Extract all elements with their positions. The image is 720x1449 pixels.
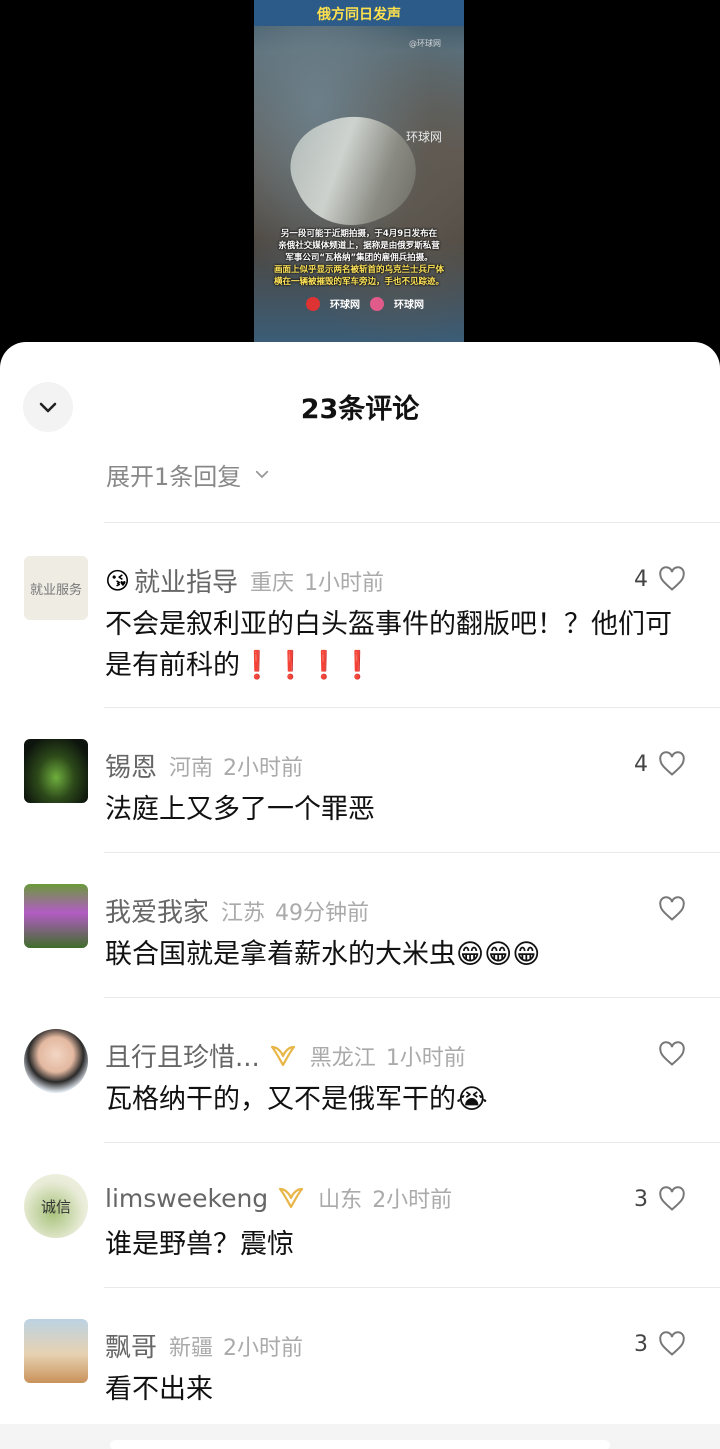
divider (104, 852, 720, 853)
like-count: 4 (634, 751, 648, 777)
logo-text: 环球网 (330, 300, 360, 311)
divider (104, 522, 720, 523)
video-scene-figure (276, 94, 432, 246)
timestamp: 49分钟前 (275, 900, 370, 926)
timestamp: 2小时前 (223, 1335, 304, 1361)
timestamp: 1小时前 (385, 1045, 466, 1071)
logo-icon (370, 296, 384, 311)
comment-text[interactable]: 不会是叙利亚的白头盔事件的翻版吧！？他们可是有前科的❗❗❗❗ (105, 604, 695, 686)
comment-meta: limsweekeng 山东 2小时前 (105, 1182, 452, 1214)
avatar[interactable]: 就业服务 (24, 556, 88, 620)
comment-text[interactable]: 法庭上又多了一个罪恶 (105, 789, 695, 830)
location: 重庆 (250, 570, 295, 596)
comment-text[interactable]: 谁是野兽？震惊 (105, 1224, 695, 1265)
expand-replies-label: 展开1条回复 (106, 462, 242, 489)
like-count: 4 (634, 566, 648, 592)
timestamp: 1小时前 (304, 570, 385, 596)
video-caption: 另一段可能于近期拍摄，于4月9日发布在 亲俄社交媒体频道上，据称是由俄罗斯私营 … (258, 228, 460, 288)
comment-text[interactable]: 瓦格纳干的，又不是俄军干的😭 (105, 1079, 695, 1120)
comment-text[interactable]: 看不出来 (105, 1369, 695, 1410)
location: 山东 (318, 1188, 363, 1213)
heart-icon (659, 566, 685, 591)
timestamp: 2小时前 (372, 1188, 453, 1213)
video-frame[interactable]: 俄方同日发声 @环球网 环球网 另一段可能于近期拍摄，于4月9日发布在 亲俄社交… (254, 0, 464, 342)
comment-meta: 飘哥 新疆 2小时前 (105, 1327, 303, 1364)
timestamp: 2小时前 (223, 755, 304, 781)
like-button[interactable] (648, 1041, 686, 1067)
logo-text: 环球网 (394, 300, 424, 311)
video-watermark: @环球网 (409, 39, 441, 48)
comment-meta: 我爱我家 江苏 49分钟前 (105, 892, 369, 929)
like-button[interactable]: 4 (634, 751, 686, 777)
location: 黑龙江 (309, 1045, 376, 1071)
username[interactable]: 锡恩 (105, 747, 157, 784)
video-logos: 环球网 环球网 (306, 296, 424, 311)
caption-highlight-line: 画面上似乎显示两名被斩首的乌克兰士兵尸体 (273, 265, 444, 275)
location: 河南 (169, 755, 214, 781)
username[interactable]: 就业指导 (134, 562, 238, 599)
video-title: 俄方同日发声 (317, 7, 401, 23)
divider (104, 1142, 720, 1143)
vip-badge-icon (276, 1186, 306, 1210)
comment-input-field[interactable] (110, 1440, 610, 1449)
expand-replies-button[interactable]: 展开1条回复 (106, 456, 271, 488)
comment-input-bar[interactable] (0, 1424, 720, 1449)
avatar-text: 就业服务 (29, 582, 82, 598)
location: 江苏 (221, 900, 266, 926)
username[interactable]: 我爱我家 (105, 892, 209, 929)
username-emoji: 😘 (105, 566, 131, 595)
like-button[interactable]: 3 (634, 1331, 686, 1357)
username[interactable]: 且行且珍惜... (105, 1037, 260, 1074)
caption-highlight-line: 横在一辆被摧毁的军车旁边，手也不见踪迹。 (273, 277, 444, 287)
divider (104, 997, 720, 998)
divider (104, 707, 720, 708)
like-button[interactable] (648, 896, 686, 922)
video-player[interactable]: 俄方同日发声 @环球网 环球网 另一段可能于近期拍摄，于4月9日发布在 亲俄社交… (0, 0, 720, 360)
heart-icon (659, 896, 685, 921)
heart-icon (659, 751, 685, 776)
username[interactable]: 飘哥 (105, 1327, 157, 1364)
heart-icon (659, 1186, 685, 1211)
heart-icon (659, 1331, 685, 1356)
avatar[interactable] (24, 739, 88, 803)
location: 新疆 (169, 1335, 214, 1361)
caption-line: 另一段可能于近期拍摄，于4月9日发布在 (280, 229, 438, 239)
avatar[interactable] (24, 884, 88, 948)
caption-line: 军事公司“瓦格纳”集团的雇佣兵拍摄。 (285, 253, 433, 263)
like-button[interactable]: 3 (634, 1186, 686, 1212)
username[interactable]: limsweekeng (105, 1184, 268, 1213)
comment-count-title: 23条评论 (300, 394, 420, 425)
avatar-text: 诚信 (40, 1197, 71, 1216)
like-button[interactable]: 4 (634, 566, 686, 592)
video-watermark-logo: 环球网 (406, 130, 443, 144)
comment-meta: 且行且珍惜... 黑龙江 1小时前 (105, 1037, 466, 1074)
avatar[interactable] (24, 1319, 88, 1383)
vip-badge-icon (268, 1044, 298, 1068)
caption-line: 亲俄社交媒体频道上，据称是由俄罗斯私营 (278, 241, 440, 251)
like-count: 3 (634, 1331, 648, 1357)
avatar[interactable]: 诚信 (24, 1174, 88, 1238)
comment-sheet: 23条评论 展开1条回复 就业服务 😘 就业指导 重庆 1小时前 不会是叙利亚的… (0, 342, 720, 1449)
comment-meta: 锡恩 河南 2小时前 (105, 747, 303, 784)
divider (104, 1287, 720, 1288)
avatar[interactable] (24, 1029, 88, 1093)
like-count: 3 (634, 1186, 648, 1212)
chevron-down-icon (256, 470, 269, 479)
comment-meta: 😘 就业指导 重庆 1小时前 (105, 562, 384, 599)
comment-text[interactable]: 联合国就是拿着薪水的大米虫😁😁😁 (105, 934, 695, 975)
logo-icon (306, 296, 320, 311)
heart-icon (659, 1041, 685, 1066)
